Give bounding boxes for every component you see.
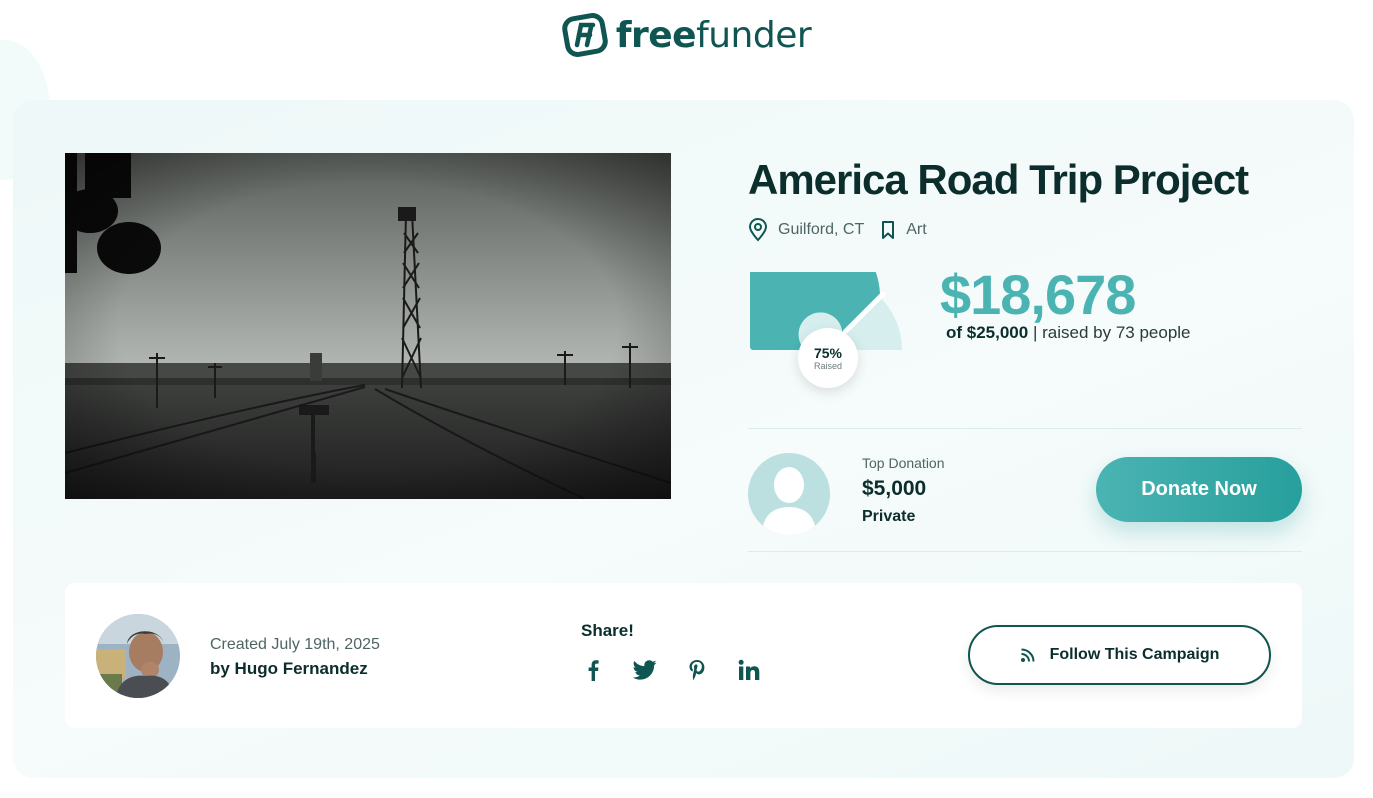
category-text: Art: [906, 221, 927, 238]
supporters-text: raised by 73 people: [1042, 323, 1191, 342]
bookmark-icon: [882, 221, 895, 239]
goal-separator: |: [1032, 323, 1038, 342]
pinterest-icon[interactable]: [685, 658, 709, 682]
campaign-title: America Road Trip Project: [748, 156, 1249, 203]
divider-bottom: [748, 551, 1302, 552]
created-date: Created July 19th, 2025: [210, 636, 380, 653]
raised-amount: $18,678: [940, 263, 1136, 326]
campaign-meta: Guilford, CT Art: [748, 218, 927, 242]
campaign-photo: [65, 153, 671, 499]
location-pin-icon: [748, 218, 768, 242]
logo-icon: [562, 13, 608, 57]
rss-icon: [1020, 648, 1035, 662]
user-silhouette-icon: [762, 467, 816, 535]
progress-badge: 75% Raised: [798, 328, 858, 388]
top-donation-label: Top Donation: [862, 455, 945, 471]
twitter-icon[interactable]: [633, 658, 657, 682]
site-header: freefunder: [0, 0, 1373, 70]
divider-top: [748, 428, 1302, 429]
goal-amount: of $25,000: [946, 323, 1029, 342]
follow-campaign-label: Follow This Campaign: [1049, 646, 1220, 663]
progress-caption: Raised: [813, 360, 842, 371]
campaign-category: Art: [880, 220, 927, 240]
top-donation-amount: $5,000: [862, 477, 927, 500]
linkedin-icon[interactable]: [737, 658, 761, 682]
logo-text: freefunder: [615, 14, 812, 56]
creator-name[interactable]: by Hugo Fernandez: [210, 659, 368, 679]
goal-line: of $25,000 | raised by 73 people: [946, 323, 1191, 343]
progress-percent: 75%: [813, 344, 843, 361]
creator-avatar[interactable]: [96, 614, 180, 698]
top-donor-avatar: [748, 453, 830, 535]
campaign-location: Guilford, CT: [748, 218, 864, 242]
freefunder-logo[interactable]: freefunder: [562, 13, 812, 57]
facebook-icon[interactable]: [581, 658, 605, 682]
share-icons: [581, 658, 761, 682]
top-donation-donor: Private: [862, 508, 916, 525]
follow-campaign-button[interactable]: Follow This Campaign: [968, 625, 1271, 685]
donate-now-button[interactable]: Donate Now: [1096, 457, 1302, 522]
location-text: Guilford, CT: [778, 221, 865, 238]
share-label: Share!: [581, 621, 634, 640]
